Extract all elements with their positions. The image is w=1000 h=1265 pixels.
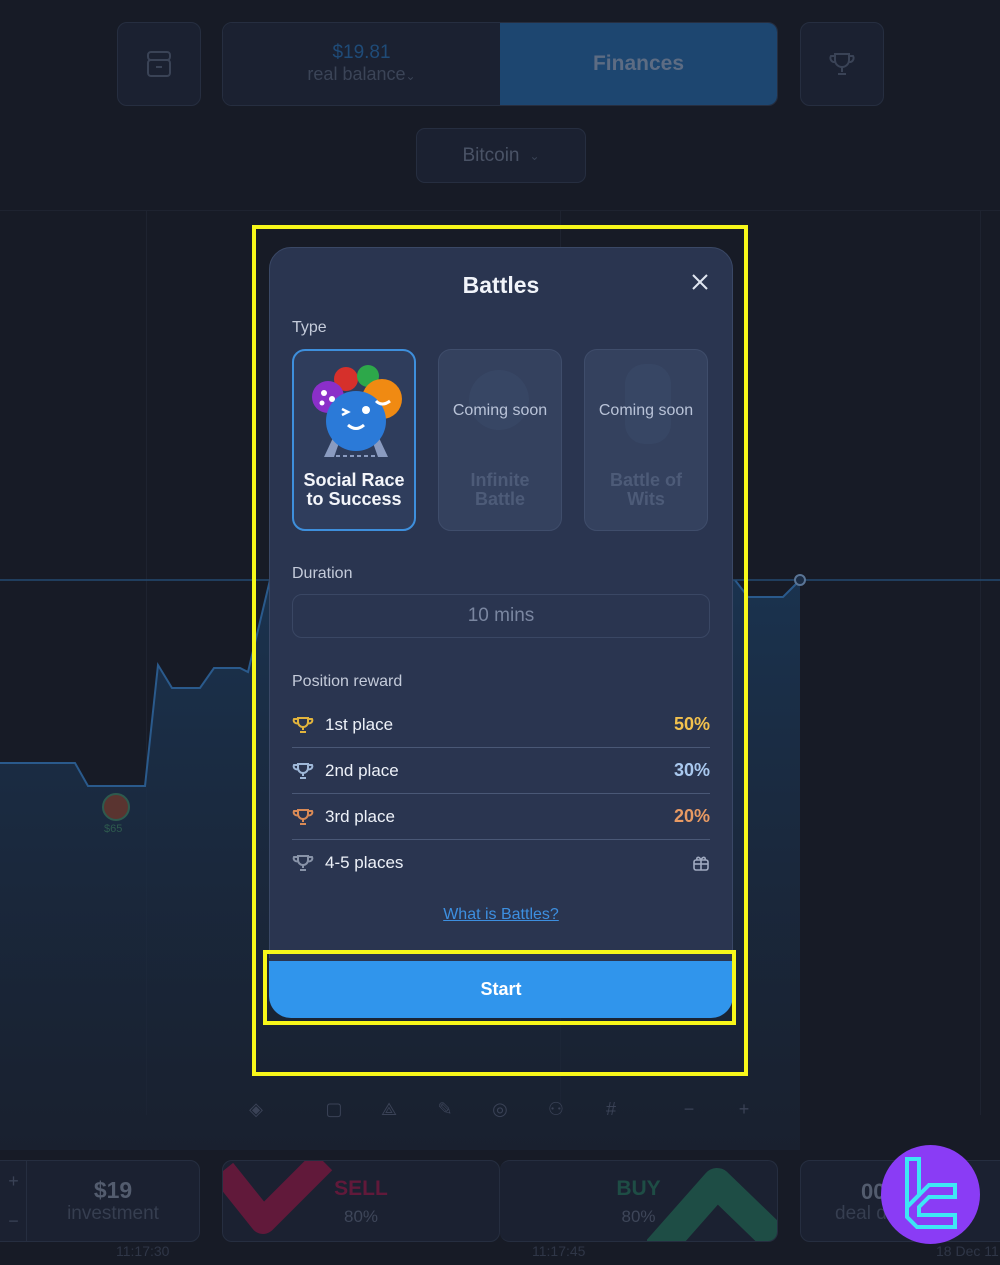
coming-soon-label: Coming soon xyxy=(452,402,548,419)
investment-value[interactable]: $19 xyxy=(27,1177,199,1204)
current-price-dot xyxy=(794,574,806,586)
trophy-silver-icon xyxy=(292,762,314,780)
duration-label: Duration xyxy=(292,565,353,582)
time-axis-label: 11:17:45 xyxy=(532,1243,586,1259)
social-trading-icon[interactable]: ⚇ xyxy=(543,1096,569,1122)
close-icon[interactable] xyxy=(690,272,710,292)
type-card-title-line: Battle of xyxy=(610,470,682,490)
reward-row-2nd: 2nd place 30% xyxy=(292,748,710,794)
modal-title: Battles xyxy=(462,272,540,298)
investment-panel: + − $19 investment xyxy=(0,1160,200,1242)
card-ghost-art xyxy=(469,370,529,430)
type-card-title: Infinite Battle xyxy=(439,471,561,509)
brand-logo-icon xyxy=(905,1157,957,1229)
type-card-title-line: Infinite xyxy=(470,470,530,490)
duration-field[interactable]: 10 mins xyxy=(292,594,710,638)
buy-button[interactable]: BUY 80% xyxy=(500,1160,778,1242)
brand-logo xyxy=(881,1145,980,1244)
trade-avatar-marker[interactable] xyxy=(102,793,130,821)
trophy-bronze-icon xyxy=(292,808,314,826)
type-card-title-line: Battle xyxy=(474,489,525,509)
type-card-battle-of-wits: Coming soon Battle of Wits xyxy=(584,349,708,531)
investment-label: investment xyxy=(67,1203,159,1224)
reward-place: 2nd place xyxy=(325,760,399,780)
position-reward-label: Position reward xyxy=(292,673,403,690)
reward-value: 20% xyxy=(673,806,710,826)
type-card-title: Battle of Wits xyxy=(585,471,707,509)
reward-row-3rd: 3rd place 20% xyxy=(292,794,710,840)
type-card-infinite-battle: Coming soon Infinite Battle xyxy=(438,349,562,531)
zoom-in-icon[interactable]: + xyxy=(731,1096,757,1122)
trade-marker-amount: $65 xyxy=(104,823,123,835)
type-card-social-race[interactable]: Social Race to Success xyxy=(292,349,416,531)
decrease-investment-button[interactable]: − xyxy=(0,1201,26,1241)
coming-soon-label: Coming soon xyxy=(598,402,694,419)
sell-arrow-icon xyxy=(223,1161,333,1234)
drawing-tool-icon[interactable]: ⟁ xyxy=(376,1096,402,1122)
time-axis-label: 18 Dec 11 xyxy=(936,1243,999,1259)
zoom-out-icon[interactable]: − xyxy=(676,1096,702,1122)
type-card-title-line: to Success xyxy=(306,489,402,509)
sell-button[interactable]: SELL 80% xyxy=(222,1160,500,1242)
indicator-icon[interactable]: ▢ xyxy=(321,1096,347,1122)
buy-arrow-icon xyxy=(647,1168,777,1241)
reward-value: 30% xyxy=(673,760,710,780)
reward-place: 1st place xyxy=(325,714,394,734)
type-card-title-line: Social Race xyxy=(303,470,405,490)
reward-place: 3rd place xyxy=(325,806,395,826)
buy-label: BUY xyxy=(616,1177,661,1200)
type-card-title-line: Wits xyxy=(627,489,665,509)
sell-payout: 80% xyxy=(343,1207,379,1226)
type-label: Type xyxy=(292,319,327,336)
trophy-grey-icon xyxy=(292,854,314,872)
start-button[interactable]: Start xyxy=(269,958,733,1018)
buy-payout: 80% xyxy=(621,1207,656,1226)
deal-label: deal d xyxy=(835,1203,887,1224)
battles-modal: Battles Type Social Race to Success Comi… xyxy=(269,247,733,1017)
crosshair-icon[interactable]: ◎ xyxy=(487,1096,513,1122)
reward-row-4-5: 4-5 places xyxy=(292,840,710,886)
investment-stepper: + − xyxy=(0,1161,27,1241)
sell-label: SELL xyxy=(334,1177,388,1200)
time-axis-label: 11:17:30 xyxy=(116,1243,170,1259)
pencil-icon[interactable]: ✎ xyxy=(432,1096,458,1122)
what-is-battles-link[interactable]: What is Battles? xyxy=(270,906,732,924)
increase-investment-button[interactable]: + xyxy=(0,1161,26,1201)
chart-type-icon[interactable]: ◈ xyxy=(243,1096,269,1122)
reward-place: 4-5 places xyxy=(325,853,404,872)
gift-icon xyxy=(693,856,709,871)
trophy-gold-icon xyxy=(292,716,314,734)
reward-value: 50% xyxy=(673,714,710,734)
type-card-title: Social Race to Success xyxy=(294,471,414,509)
reward-row-1st: 1st place 50% xyxy=(292,702,710,748)
grid-icon[interactable]: # xyxy=(598,1096,624,1122)
balloon-faces-icon xyxy=(312,365,402,457)
